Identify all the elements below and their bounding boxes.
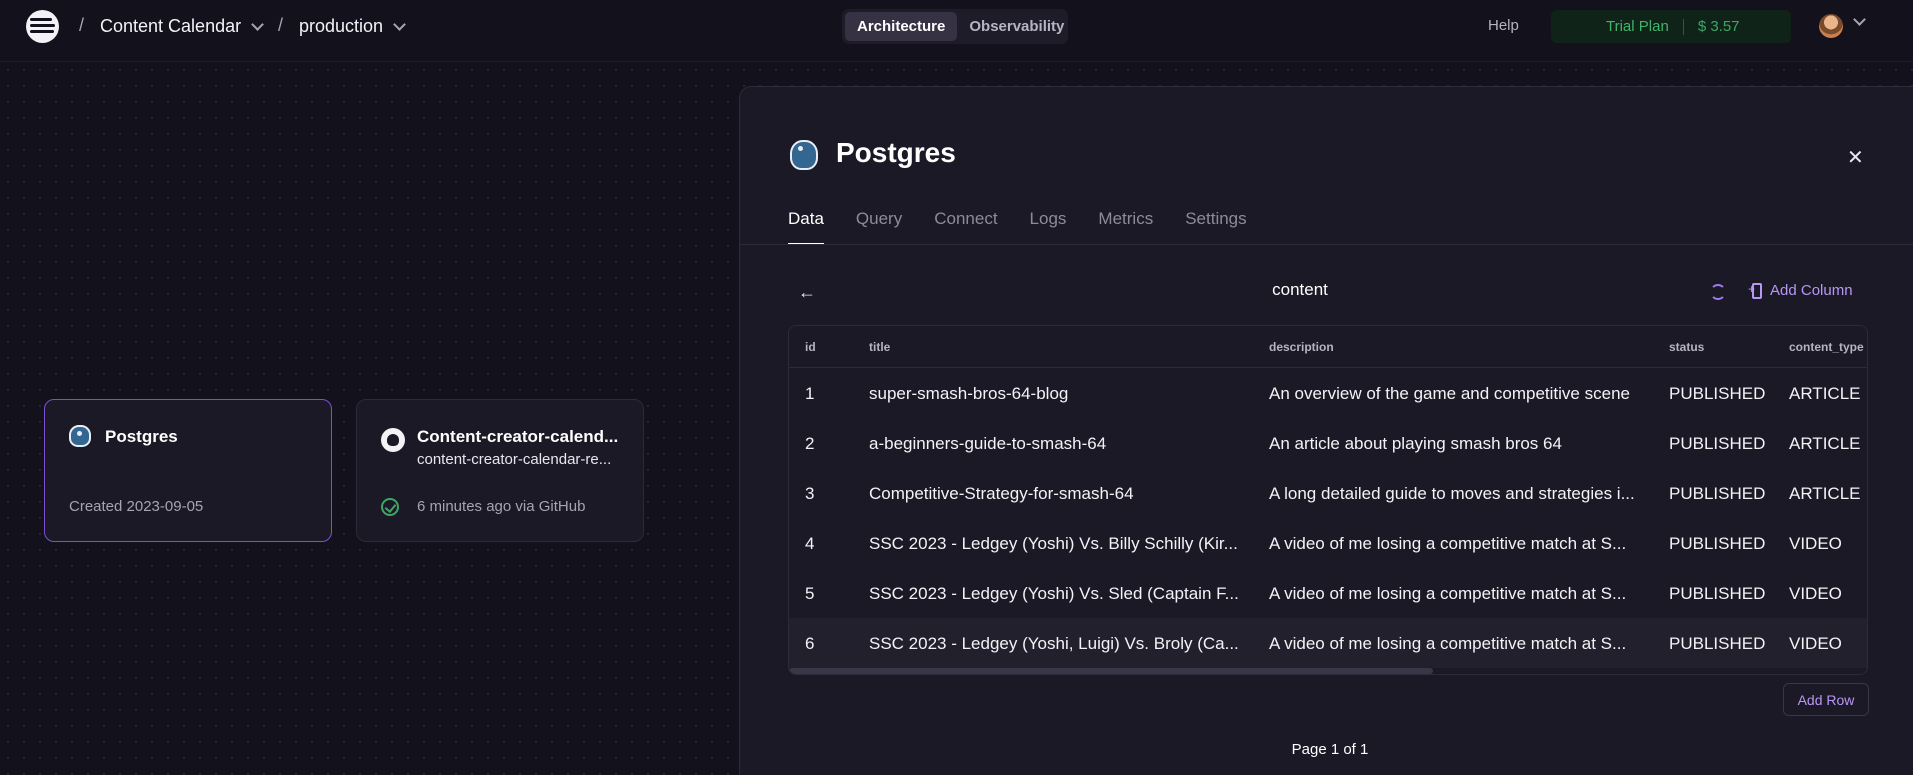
table-row[interactable]: 6 SSC 2023 - Ledgey (Yoshi, Luigi) Vs. B… [789, 618, 1867, 668]
postgres-icon [69, 425, 91, 447]
view-switcher: Architecture Observability [842, 9, 1068, 44]
cell-description: A video of me losing a competitive match… [1269, 634, 1627, 653]
cell-title: SSC 2023 - Ledgey (Yoshi, Luigi) Vs. Bro… [869, 634, 1239, 653]
deploy-status: 6 minutes ago via GitHub [417, 498, 586, 515]
close-icon[interactable]: ✕ [1847, 145, 1864, 170]
table-row[interactable]: 4 SSC 2023 - Ledgey (Yoshi) Vs. Billy Sc… [789, 518, 1867, 568]
cell-title: Competitive-Strategy-for-smash-64 [869, 484, 1134, 503]
project-name: Content Calendar [100, 16, 242, 36]
tab-settings[interactable]: Settings [1185, 209, 1246, 245]
cell-description: An overview of the game and competitive … [1269, 384, 1630, 403]
tab-data[interactable]: Data [788, 209, 824, 245]
horizontal-scrollbar[interactable] [789, 668, 1433, 674]
cell-content-type: ARTICLE [1789, 434, 1861, 453]
column-header-id[interactable]: id [805, 340, 816, 354]
panel-tabs: Data Query Connect Logs Metrics Settings [788, 209, 1279, 245]
avatar[interactable] [1819, 14, 1843, 38]
table-name: content [1272, 280, 1328, 299]
cell-title: SSC 2023 - Ledgey (Yoshi) Vs. Billy Schi… [869, 534, 1238, 553]
panel-title: Postgres [836, 137, 956, 168]
cell-id: 1 [805, 384, 815, 403]
service-title: Postgres [105, 427, 178, 446]
cell-id: 2 [805, 434, 815, 453]
cell-content-type: VIDEO [1789, 634, 1842, 653]
table-row[interactable]: 3 Competitive-Strategy-for-smash-64 A lo… [789, 468, 1867, 518]
cell-description: A video of me losing a competitive match… [1269, 584, 1627, 603]
chevron-down-icon [251, 17, 264, 31]
service-card-content-creator[interactable]: Content-creator-calend... content-creato… [356, 399, 644, 542]
service-card-postgres[interactable]: Postgres Created 2023-09-05 [44, 399, 332, 542]
service-detail-panel: Postgres ✕ Data Query Connect Logs Metri… [739, 86, 1913, 775]
plan-label: Trial Plan [1606, 18, 1669, 35]
table-row[interactable]: 1 super-smash-bros-64-blog An overview o… [789, 368, 1867, 418]
top-bar: / Content Calendar / production Architec… [0, 0, 1913, 62]
cell-content-type: ARTICLE [1789, 484, 1861, 503]
column-header-title[interactable]: title [869, 340, 890, 354]
divider [1682, 18, 1684, 35]
pagination-label: Page 1 of 1 [1291, 741, 1369, 758]
add-column-icon [1748, 282, 1762, 299]
cell-title: super-smash-bros-64-blog [869, 384, 1069, 403]
cell-content-type: ARTICLE [1789, 384, 1861, 403]
breadcrumb-separator: / [278, 15, 284, 35]
cell-id: 6 [805, 634, 815, 653]
cell-status: PUBLISHED [1669, 634, 1766, 653]
environment-selector[interactable]: production [299, 16, 406, 37]
help-link[interactable]: Help [1488, 17, 1519, 34]
add-column-label: Add Column [1770, 282, 1853, 299]
cell-status: PUBLISHED [1669, 584, 1766, 603]
cell-status: PUBLISHED [1669, 484, 1766, 503]
tab-connect[interactable]: Connect [934, 209, 997, 245]
cell-title: SSC 2023 - Ledgey (Yoshi) Vs. Sled (Capt… [869, 584, 1239, 603]
divider [740, 244, 1913, 245]
service-repo: content-creator-calendar-re... [417, 451, 612, 468]
service-created: Created 2023-09-05 [69, 498, 204, 515]
tab-metrics[interactable]: Metrics [1098, 209, 1153, 245]
table-row[interactable]: 2 a-beginners-guide-to-smash-64 An artic… [789, 418, 1867, 468]
table-header: id title description status content_type [789, 326, 1867, 368]
column-header-status[interactable]: status [1669, 340, 1704, 354]
cell-content-type: VIDEO [1789, 534, 1842, 553]
project-selector[interactable]: Content Calendar [100, 16, 264, 37]
cell-id: 4 [805, 534, 815, 553]
add-column-button[interactable]: Add Column [1748, 282, 1853, 300]
cell-description: A video of me losing a competitive match… [1269, 534, 1627, 553]
railway-logo-icon[interactable] [26, 10, 59, 43]
cell-description: An article about playing smash bros 64 [1269, 434, 1562, 453]
column-header-description[interactable]: description [1269, 340, 1334, 354]
column-header-content-type[interactable]: content_type [1789, 340, 1864, 354]
cell-id: 5 [805, 584, 815, 603]
tab-query[interactable]: Query [856, 209, 902, 245]
chevron-down-icon[interactable] [1853, 13, 1866, 26]
trial-plan-badge[interactable]: Trial Plan $ 3.57 [1551, 10, 1791, 43]
cell-status: PUBLISHED [1669, 434, 1766, 453]
breadcrumb-separator: / [79, 15, 85, 35]
cell-content-type: VIDEO [1789, 584, 1842, 603]
cell-status: PUBLISHED [1669, 534, 1766, 553]
postgres-icon [790, 140, 818, 170]
data-table: id title description status content_type… [788, 325, 1868, 675]
chevron-down-icon [393, 17, 406, 31]
service-title: Content-creator-calend... [417, 427, 619, 446]
github-icon [381, 428, 405, 452]
cell-description: A long detailed guide to moves and strat… [1269, 484, 1635, 503]
environment-name: production [299, 16, 384, 36]
refresh-icon[interactable] [1710, 284, 1726, 300]
table-row[interactable]: 5 SSC 2023 - Ledgey (Yoshi) Vs. Sled (Ca… [789, 568, 1867, 618]
tab-logs[interactable]: Logs [1030, 209, 1067, 245]
cell-id: 3 [805, 484, 815, 503]
add-row-button[interactable]: Add Row [1783, 683, 1869, 716]
cell-title: a-beginners-guide-to-smash-64 [869, 434, 1107, 453]
tab-observability[interactable]: Observability [957, 12, 1076, 41]
tab-architecture[interactable]: Architecture [845, 12, 958, 41]
check-circle-icon [381, 498, 399, 516]
cell-status: PUBLISHED [1669, 384, 1766, 403]
usage-amount: $ 3.57 [1697, 18, 1740, 35]
